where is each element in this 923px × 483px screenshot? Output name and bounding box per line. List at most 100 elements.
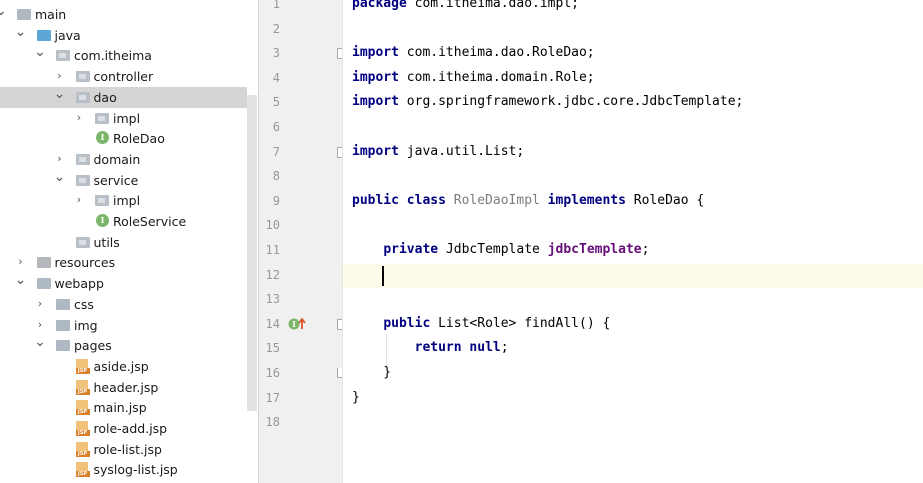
line-number: 6	[272, 120, 280, 134]
tree-item-dao[interactable]: ⌄ dao	[0, 86, 247, 108]
code-token: private	[383, 242, 439, 257]
chevron-right-icon[interactable]: ›	[73, 110, 85, 126]
tree-scrollbar[interactable]	[247, 95, 257, 411]
package-icon	[75, 236, 90, 248]
tree-item-label: impl	[113, 110, 141, 126]
tree-item-impl[interactable]: › impl	[0, 108, 247, 129]
tree-item-role-add-jsp[interactable]: JSP role-add.jsp	[0, 418, 247, 439]
code-token: public	[383, 315, 431, 331]
code-token: java.util.List;	[398, 143, 525, 159]
jsp-file-icon: JSP	[75, 400, 90, 416]
chevron-right-icon[interactable]: ›	[73, 192, 85, 208]
tree-item-impl[interactable]: › impl	[0, 190, 247, 211]
folder-icon	[36, 278, 51, 290]
tree-item-label: domain	[93, 151, 141, 167]
chevron-right-icon[interactable]: ›	[34, 296, 46, 312]
chevron-down-icon[interactable]: ⌄	[15, 273, 27, 291]
tree-item-controller[interactable]: › controller	[0, 66, 247, 87]
code-line[interactable]: public class RoleDaoImpl implements Role…	[352, 189, 704, 213]
package-icon	[95, 195, 109, 207]
code-line[interactable]: private JdbcTemplate jdbcTemplate;	[352, 238, 649, 262]
code-token: import	[352, 143, 399, 159]
tree-item-label: dao	[93, 89, 117, 105]
line-number: 1	[272, 0, 280, 11]
tree-item-main[interactable]: ⌄ main	[0, 4, 247, 25]
line-number: 3	[272, 46, 280, 61]
tree-item-label: css	[74, 296, 94, 312]
line-number: 10	[265, 218, 280, 233]
package-icon	[75, 91, 90, 103]
tree-item-com-itheima[interactable]: ⌄ com.itheima	[0, 45, 247, 66]
code-line[interactable]: return null;	[352, 336, 509, 360]
tree-item-syslog-list-jsp[interactable]: JSP syslog-list.jsp	[0, 459, 247, 480]
code-token: RoleDaoImpl	[453, 192, 540, 208]
chevron-right-icon[interactable]: ›	[54, 68, 66, 84]
interface-icon: I	[96, 214, 109, 227]
tree-item-label: com.itheima	[74, 48, 152, 64]
tree-item-label: service	[93, 172, 139, 188]
tree-item-roledao[interactable]: I RoleDao	[0, 128, 247, 149]
tree-item-roleservice[interactable]: I RoleService	[0, 211, 247, 232]
tree-item-main-jsp[interactable]: JSP main.jsp	[0, 397, 247, 418]
tree-item-webapp[interactable]: ⌄ webapp	[0, 273, 247, 294]
interface-icon: I	[96, 131, 109, 145]
code-line[interactable]: package com.itheima.dao.impl;	[352, 0, 579, 16]
project-tree-panel[interactable]: ⌄ main ⌄ java ⌄ com.itheima › controller ⌄ dao › im…	[0, 0, 259, 483]
code-line[interactable]: }	[352, 386, 360, 410]
jsp-file-icon: JSP	[75, 421, 90, 436]
tree-item-aside-jsp[interactable]: JSP aside.jsp	[0, 356, 247, 377]
tree-item-resources[interactable]: › resources	[0, 252, 247, 273]
chevron-down-icon[interactable]: ⌄	[34, 335, 46, 353]
jsp-file-icon: JSP	[75, 379, 90, 395]
tree-item-img[interactable]: › img	[0, 315, 247, 336]
tree-item-domain[interactable]: › domain	[0, 149, 247, 170]
tree-item-label: syslog-list.jsp	[93, 462, 178, 478]
code-token: org.springframework.jdbc.core.JdbcTempla…	[398, 94, 744, 110]
tree-item-service[interactable]: ⌄ service	[0, 170, 247, 191]
chevron-down-icon[interactable]: ⌄	[54, 87, 66, 105]
code-token: com.itheima.domain.Role;	[398, 69, 595, 85]
tree-item-label: pages	[74, 338, 112, 354]
package-icon	[75, 174, 90, 186]
code-line[interactable]: import com.itheima.domain.Role;	[352, 66, 595, 90]
chevron-down-icon[interactable]: ⌄	[54, 170, 66, 188]
chevron-down-icon[interactable]: ⌄	[0, 4, 7, 22]
code-line[interactable]: import com.itheima.dao.RoleDao;	[352, 41, 595, 65]
code-token: }	[352, 365, 392, 380]
code-line[interactable]: import java.util.List;	[352, 140, 524, 164]
editor-gutter: 1 2 3 4 5 6 7 8 9 10 11 12 13 14 15 16 17 18 I	[259, 0, 348, 483]
line-number: 8	[272, 169, 280, 184]
tree-item-pages[interactable]: ⌄ pages	[0, 335, 247, 356]
tree-item-label: header.jsp	[93, 379, 159, 395]
chevron-down-icon[interactable]: ⌄	[34, 45, 46, 63]
jsp-file-icon: JSP	[75, 441, 90, 457]
code-editor[interactable]: package com.itheima.dao.impl; import com.…	[343, 0, 923, 483]
line-number: 9	[272, 193, 280, 208]
line-number: 2	[272, 21, 280, 36]
chevron-right-icon[interactable]: ›	[54, 151, 66, 167]
tree-item-java[interactable]: ⌄ java	[0, 25, 247, 46]
code-token: ;	[500, 340, 509, 356]
code-token: import	[352, 69, 399, 85]
chevron-right-icon[interactable]: ›	[15, 254, 27, 270]
code-line[interactable]: import org.springframework.jdbc.core.Jdb…	[352, 90, 743, 114]
tree-item-css[interactable]: › css	[0, 294, 247, 315]
line-number: 13	[265, 292, 280, 307]
code-line[interactable]: public List<Role> findAll() {	[352, 312, 610, 336]
code-token: public class	[352, 192, 446, 208]
code-token: implements	[547, 192, 626, 208]
code-token: com.itheima.dao.impl;	[406, 0, 579, 11]
tree-item-label: RoleService	[113, 214, 187, 229]
tree-item-role-list-jsp[interactable]: JSP role-list.jsp	[0, 439, 247, 460]
tree-item-header-jsp[interactable]: JSP header.jsp	[0, 377, 247, 398]
chevron-right-icon[interactable]: ›	[34, 317, 46, 333]
code-line[interactable]: }	[352, 361, 391, 385]
tree-item-label: utils	[93, 234, 120, 250]
implements-method-icon[interactable]: I	[288, 316, 306, 336]
chevron-down-icon[interactable]: ⌄	[15, 25, 27, 43]
code-token: JdbcTemplate	[438, 242, 548, 257]
tree-item-utils[interactable]: utils	[0, 232, 247, 253]
